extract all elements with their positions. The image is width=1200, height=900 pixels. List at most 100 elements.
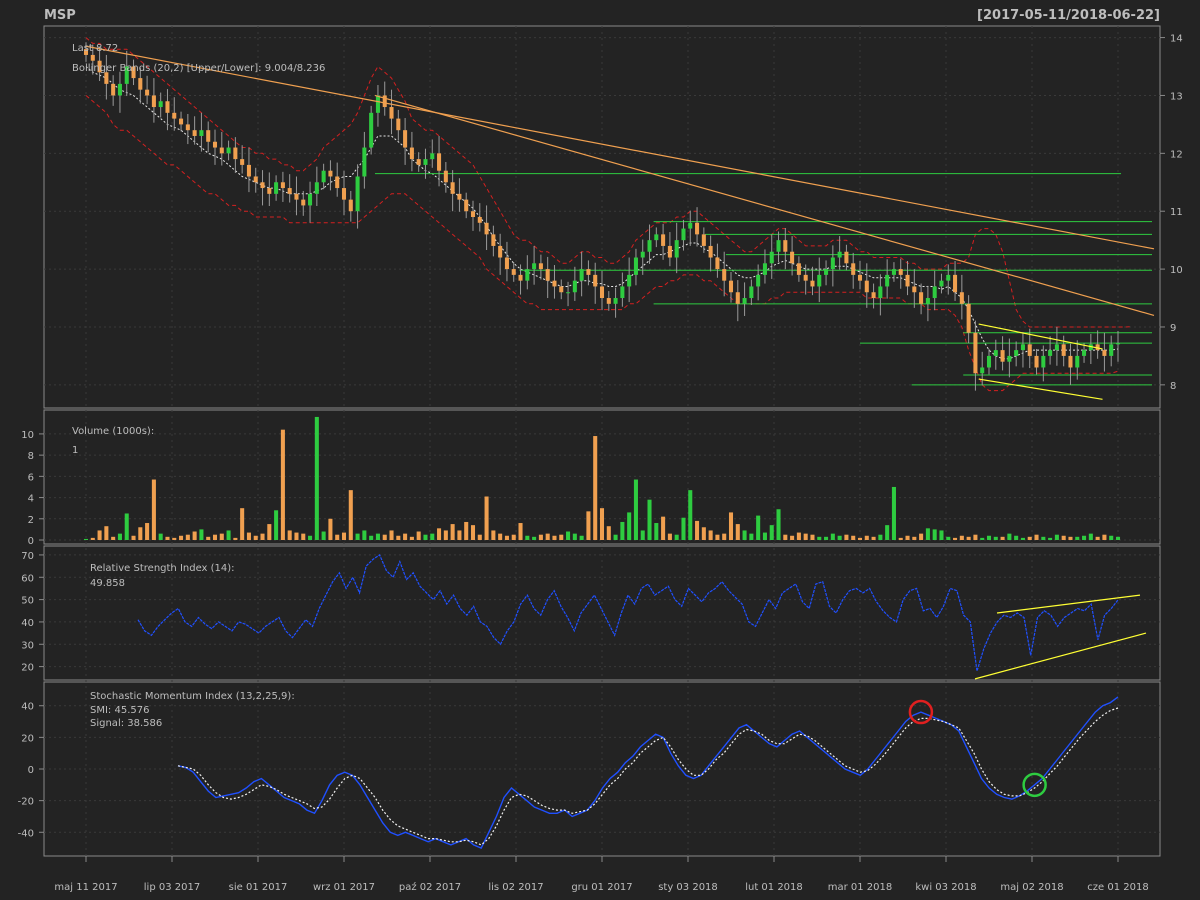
candle-up	[674, 240, 679, 258]
candle-down	[599, 286, 605, 299]
volume-bar	[627, 512, 632, 540]
volume-bar	[1082, 535, 1087, 540]
volume-bar	[226, 530, 231, 540]
candle-down	[973, 332, 978, 374]
candle-up	[1054, 344, 1059, 351]
candle-up	[681, 228, 686, 241]
candle-down	[1061, 344, 1066, 356]
volume-bar	[301, 533, 306, 540]
candle-down	[695, 222, 700, 235]
x-tick-label: wrz 01 2017	[313, 882, 375, 893]
candle-down	[844, 251, 849, 264]
candle-up	[572, 280, 577, 293]
candle-up	[749, 286, 754, 299]
volume-bar	[532, 536, 537, 540]
volume-bar	[83, 538, 89, 540]
volume-bar	[545, 533, 550, 540]
volume-bar	[111, 536, 116, 540]
volume-bar	[728, 512, 734, 540]
volume-bar	[267, 524, 272, 540]
volume-bar	[552, 535, 557, 540]
candle-up	[891, 269, 896, 275]
candle-down	[246, 164, 251, 177]
volume-bar	[280, 429, 285, 540]
y-tick-label-volume: 2	[28, 515, 34, 526]
candle-up	[932, 286, 937, 299]
chart-stage: MSP [2017-05-11/2018-06-22] 8 9 10 11 12 13 14…	[0, 0, 1200, 900]
volume-bar	[477, 534, 482, 540]
volume-last-value: 1	[72, 445, 78, 456]
volume-bar	[450, 524, 455, 540]
volume-bar	[287, 530, 292, 540]
volume-bar	[762, 532, 767, 540]
volume-bar	[464, 521, 469, 540]
volume-bar	[491, 530, 496, 540]
volume-bar	[1095, 536, 1100, 540]
candle-up	[633, 257, 638, 275]
volume-bar	[416, 531, 421, 540]
volume-bar	[138, 527, 143, 540]
volume-bar	[158, 533, 163, 540]
volume-bar	[681, 517, 686, 540]
candle-down	[138, 78, 143, 90]
candle-down	[491, 234, 496, 246]
candle-down	[905, 274, 910, 287]
volume-bar	[1048, 537, 1053, 540]
candle-down	[912, 286, 917, 293]
candle-down	[586, 269, 591, 275]
volume-bar	[104, 526, 109, 540]
volume-bar	[973, 534, 978, 540]
rsi-label: Relative Strength Index (14):	[90, 563, 235, 574]
candle-up	[1007, 355, 1012, 362]
volume-bar	[925, 528, 930, 540]
volume-bar	[375, 533, 380, 540]
volume-bar	[1054, 534, 1059, 540]
volume-bar	[701, 527, 706, 540]
candle-up	[885, 274, 890, 287]
candle-down	[966, 303, 971, 333]
candle-up	[532, 263, 537, 270]
y-tick-label-rsi: 50	[21, 596, 34, 607]
volume-bar	[430, 533, 435, 540]
candle-up	[986, 355, 992, 368]
volume-bar	[403, 533, 408, 540]
volume-bar	[905, 535, 910, 540]
volume-bar	[240, 508, 245, 540]
candle-up	[640, 251, 645, 258]
volume-bar	[891, 486, 896, 540]
volume-bar	[1020, 537, 1025, 540]
volume-bar	[1014, 535, 1019, 540]
volume-bar	[348, 490, 353, 540]
volume-bar	[253, 535, 258, 540]
volume-bar	[654, 523, 659, 540]
volume-bar	[919, 533, 924, 540]
candle-down	[260, 182, 265, 189]
candle-up	[430, 153, 435, 160]
volume-bar	[1061, 535, 1066, 540]
volume-bar	[504, 535, 509, 540]
y-tick-label-smi: 20	[21, 733, 34, 744]
candle-down	[552, 280, 557, 287]
candle-up	[579, 269, 584, 281]
candle-down	[538, 263, 543, 270]
volume-bar	[498, 533, 503, 540]
volume-bar	[810, 534, 815, 540]
candle-up	[627, 274, 632, 287]
candle-down	[701, 234, 706, 246]
candle-up	[1075, 355, 1080, 368]
candle-up	[742, 298, 747, 304]
volume-bar	[966, 536, 971, 540]
candle-down	[484, 222, 489, 235]
volume-bar	[959, 535, 964, 540]
x-tick-label: lip 03 2017	[144, 882, 200, 893]
x-tick-label: kwi 03 2018	[915, 882, 976, 893]
y-tick-label-price: 12	[1170, 149, 1183, 160]
candle-down	[212, 141, 218, 148]
y-tick-label-volume: 0	[28, 536, 34, 547]
candle-down	[606, 298, 611, 304]
candle-down	[735, 292, 740, 304]
candle-down	[810, 280, 815, 287]
volume-bar	[457, 530, 462, 540]
candle-down	[783, 240, 788, 252]
volume-bar	[749, 533, 754, 540]
